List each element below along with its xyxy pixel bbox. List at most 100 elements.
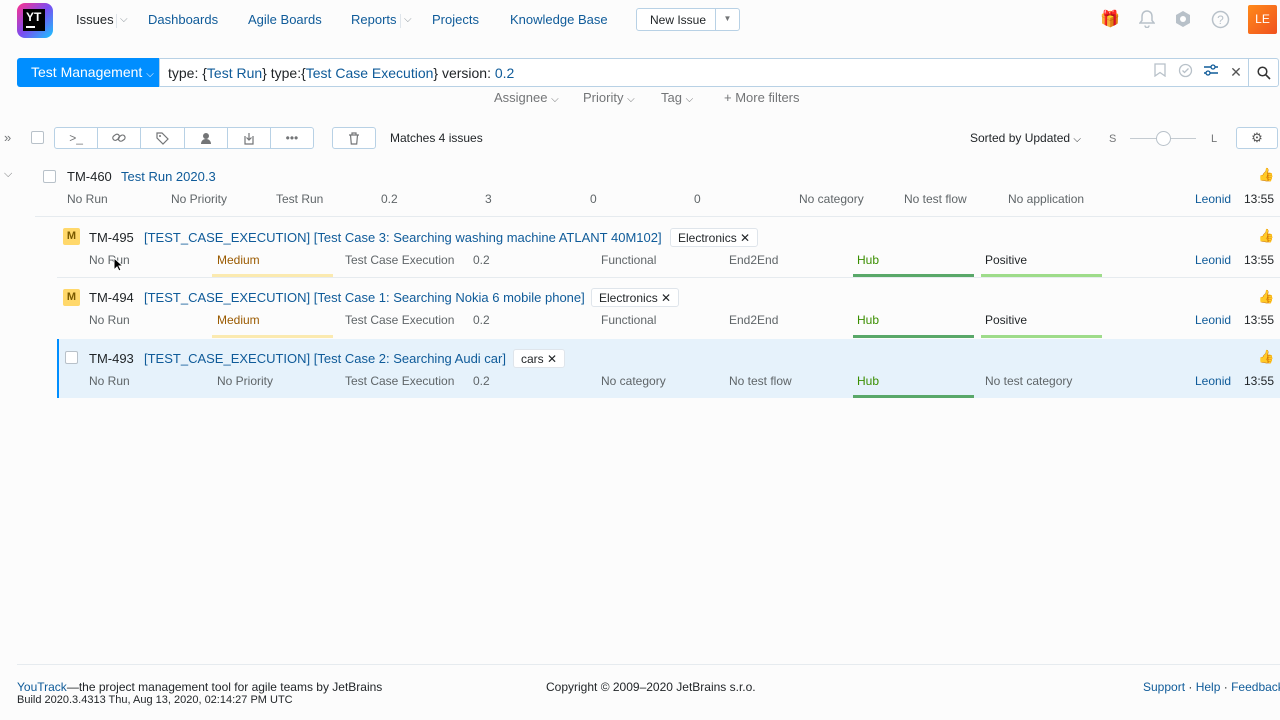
size-slider-handle[interactable] (1156, 131, 1171, 146)
user-avatar[interactable]: LE (1248, 5, 1277, 34)
field-test-category[interactable]: No test category (985, 374, 1072, 388)
field-priority[interactable]: No Priority (217, 374, 273, 388)
reports-chevron-down-icon[interactable]: ⌵ (400, 14, 412, 28)
youtrack-link[interactable]: YouTrack (17, 680, 67, 694)
field-test-category[interactable]: Positive (985, 313, 1027, 327)
field-type[interactable]: Test Case Execution (345, 374, 454, 388)
more-actions-icon[interactable]: ••• (271, 128, 313, 148)
vote-thumbs-up-icon[interactable]: 👍 (1258, 289, 1274, 305)
vote-thumbs-up-icon[interactable]: 👍 (1258, 167, 1274, 183)
field-application[interactable]: Hub (857, 253, 879, 267)
youtrack-logo[interactable]: YT (17, 3, 53, 38)
field-test-flow[interactable]: No test flow (904, 192, 967, 206)
field-application[interactable]: Hub (857, 313, 879, 327)
nav-projects[interactable]: Projects (432, 12, 479, 27)
nav-issues[interactable]: Issues (76, 12, 114, 27)
field-state[interactable]: No Run (67, 192, 108, 206)
issue-id[interactable]: TM-494 (89, 290, 134, 305)
gift-icon[interactable]: 🎁 (1100, 10, 1120, 30)
field-type[interactable]: Test Run (276, 192, 323, 206)
filter-assignee[interactable]: Assignee ⌵ (494, 90, 559, 105)
issue-summary[interactable]: [TEST_CASE_EXECUTION] [Test Case 2: Sear… (144, 351, 506, 366)
new-issue-dropdown-icon[interactable]: ▼ (715, 9, 739, 30)
field-type[interactable]: Test Case Execution (345, 313, 454, 327)
vote-thumbs-up-icon[interactable]: 👍 (1258, 349, 1274, 365)
field-count[interactable]: 0 (590, 192, 597, 206)
field-assignee[interactable]: Leonid (1195, 253, 1231, 267)
remove-tag-icon[interactable]: ✕ (740, 231, 750, 245)
feedback-link[interactable]: Feedback (1231, 680, 1280, 694)
link-icon[interactable] (98, 128, 142, 148)
field-priority[interactable]: Medium (217, 313, 260, 327)
field-state[interactable]: No Run (89, 374, 130, 388)
export-icon[interactable] (228, 128, 271, 148)
field-state[interactable]: No Run (89, 253, 130, 267)
issues-chevron-down-icon[interactable]: ⌵ (116, 14, 128, 28)
field-type[interactable]: Test Case Execution (345, 253, 454, 267)
search-button[interactable] (1248, 58, 1279, 87)
select-all-checkbox[interactable] (31, 131, 44, 144)
project-context-selector[interactable]: Test Management ⌵ (17, 58, 160, 87)
help-icon[interactable]: ? (1210, 10, 1230, 30)
issue-row-selected[interactable] (57, 339, 1280, 398)
clear-search-icon[interactable]: ✕ (1227, 63, 1245, 81)
tag-badge[interactable]: Electronics ✕ (591, 288, 680, 307)
field-category[interactable]: Functional (601, 253, 656, 267)
nav-agile-boards[interactable]: Agile Boards (248, 12, 322, 27)
nav-knowledge-base[interactable]: Knowledge Base (510, 12, 608, 27)
filter-priority[interactable]: Priority ⌵ (583, 90, 635, 105)
field-assignee[interactable]: Leonid (1195, 313, 1231, 327)
bookmark-icon[interactable] (1151, 63, 1169, 81)
tag-icon[interactable] (141, 128, 185, 148)
issue-summary[interactable]: [TEST_CASE_EXECUTION] [Test Case 1: Sear… (144, 290, 585, 305)
tag-badge[interactable]: cars ✕ (513, 349, 566, 368)
field-count[interactable]: 3 (485, 192, 492, 206)
help-link[interactable]: Help (1196, 680, 1221, 694)
issue-checkbox[interactable] (65, 351, 78, 364)
field-version[interactable]: 0.2 (473, 313, 490, 327)
support-link[interactable]: Support (1143, 680, 1185, 694)
field-priority[interactable]: No Priority (171, 192, 227, 206)
expand-sidebar-icon[interactable]: » (4, 130, 11, 145)
field-state[interactable]: No Run (89, 313, 130, 327)
search-query-input[interactable]: type: {Test Run} type:{Test Case Executi… (159, 58, 1249, 87)
field-application[interactable]: Hub (857, 374, 879, 388)
nav-dashboards[interactable]: Dashboards (148, 12, 218, 27)
assign-user-icon[interactable] (185, 128, 228, 148)
filter-settings-icon[interactable] (1202, 63, 1220, 81)
check-query-icon[interactable] (1176, 63, 1194, 81)
field-category[interactable]: Functional (601, 313, 656, 327)
hub-icon[interactable] (1173, 10, 1193, 30)
issue-summary[interactable]: Test Run 2020.3 (121, 169, 216, 184)
filter-tag[interactable]: Tag ⌵ (661, 90, 693, 105)
field-version[interactable]: 0.2 (381, 192, 398, 206)
vote-thumbs-up-icon[interactable]: 👍 (1258, 228, 1274, 244)
issue-checkbox[interactable] (43, 170, 56, 183)
issue-id[interactable]: TM-495 (89, 230, 134, 245)
collapse-chevron-icon[interactable]: ⌵ (4, 168, 12, 181)
field-category[interactable]: No category (799, 192, 864, 206)
field-test-flow[interactable]: No test flow (729, 374, 792, 388)
field-category[interactable]: No category (601, 374, 666, 388)
field-application[interactable]: No application (1008, 192, 1084, 206)
field-priority[interactable]: Medium (217, 253, 260, 267)
issue-id[interactable]: TM-493 (89, 351, 134, 366)
field-version[interactable]: 0.2 (473, 374, 490, 388)
field-assignee[interactable]: Leonid (1195, 374, 1231, 388)
issue-id[interactable]: TM-460 (67, 169, 112, 184)
remove-tag-icon[interactable]: ✕ (661, 291, 671, 305)
remove-tag-icon[interactable]: ✕ (547, 352, 557, 366)
field-test-category[interactable]: Positive (985, 253, 1027, 267)
field-test-flow[interactable]: End2End (729, 313, 778, 327)
command-icon[interactable]: >_ (55, 128, 99, 148)
nav-reports[interactable]: Reports (351, 12, 397, 27)
more-filters[interactable]: + More filters (724, 90, 800, 105)
field-count[interactable]: 0 (694, 192, 701, 206)
field-version[interactable]: 0.2 (473, 253, 490, 267)
field-assignee[interactable]: Leonid (1195, 192, 1231, 206)
issue-summary[interactable]: [TEST_CASE_EXECUTION] [Test Case 3: Sear… (144, 230, 662, 245)
delete-button[interactable] (332, 127, 376, 149)
list-settings-button[interactable]: ⚙ (1236, 127, 1278, 149)
tag-badge[interactable]: Electronics ✕ (670, 228, 759, 247)
new-issue-button[interactable]: New Issue ▼ (636, 8, 740, 31)
